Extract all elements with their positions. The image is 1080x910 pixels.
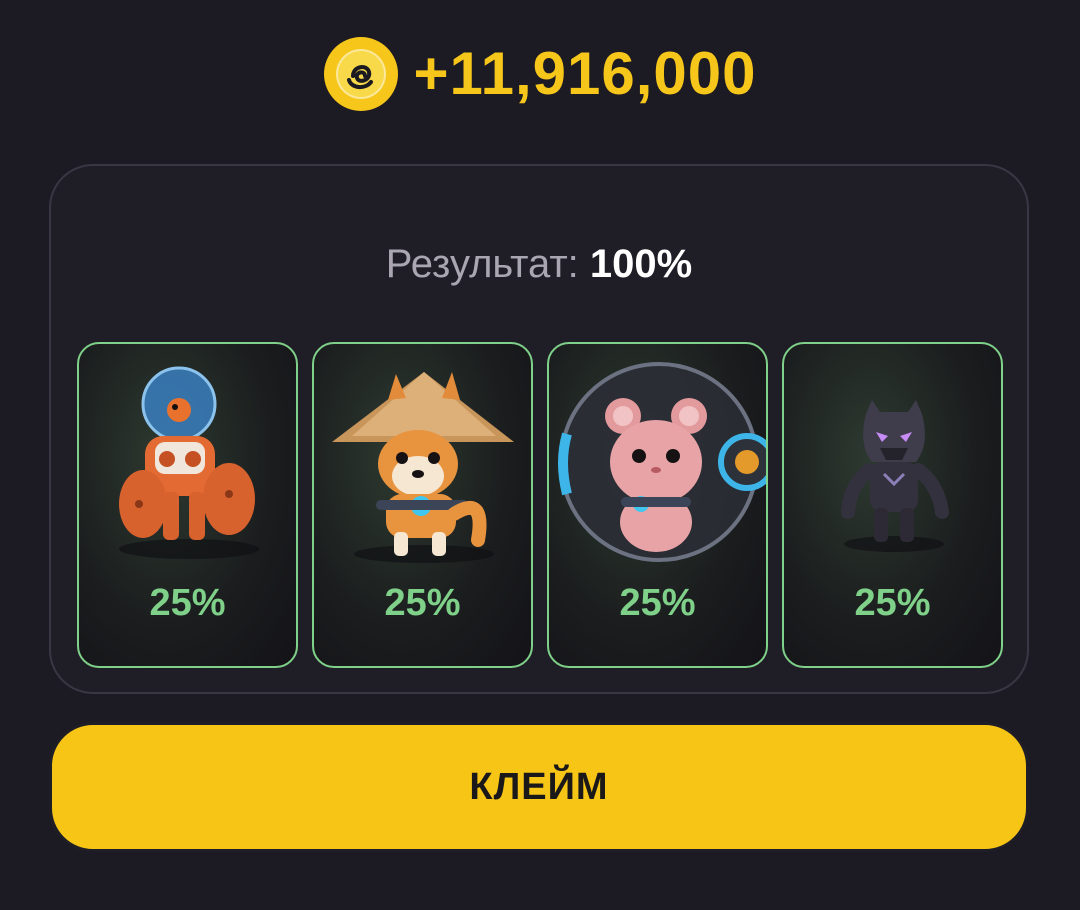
robot-diver-icon	[119, 366, 259, 559]
claim-button-label: КЛЕЙМ	[469, 765, 609, 808]
card-row: 25% 25% 25% 25%	[77, 342, 1003, 668]
coin-icon	[324, 37, 399, 111]
card-percent: 25%	[384, 582, 461, 624]
robot-card[interactable]: 25%	[77, 342, 298, 668]
dog-card[interactable]: 25%	[312, 342, 533, 668]
shiba-dog-hat-icon	[332, 372, 514, 563]
reward-amount: +11,916,000	[413, 40, 757, 107]
hamster-ball-icon	[558, 362, 766, 562]
card-percent: 25%	[619, 582, 696, 624]
black-panther-icon	[841, 400, 949, 552]
card-percent: 25%	[149, 582, 226, 624]
result-panel: Результат: 100% 25% 25% 25% 25%	[49, 164, 1029, 694]
card-percent: 25%	[854, 582, 931, 624]
claim-button[interactable]: КЛЕЙМ	[49, 722, 1029, 852]
result-line: Результат: 100%	[51, 244, 1027, 284]
hamster-card[interactable]: 25%	[547, 342, 768, 668]
result-value: 100%	[589, 242, 693, 286]
panther-card[interactable]: 25%	[782, 342, 1003, 668]
reward-header: +11,916,000	[0, 36, 1080, 112]
result-label: Результат:	[385, 242, 579, 286]
